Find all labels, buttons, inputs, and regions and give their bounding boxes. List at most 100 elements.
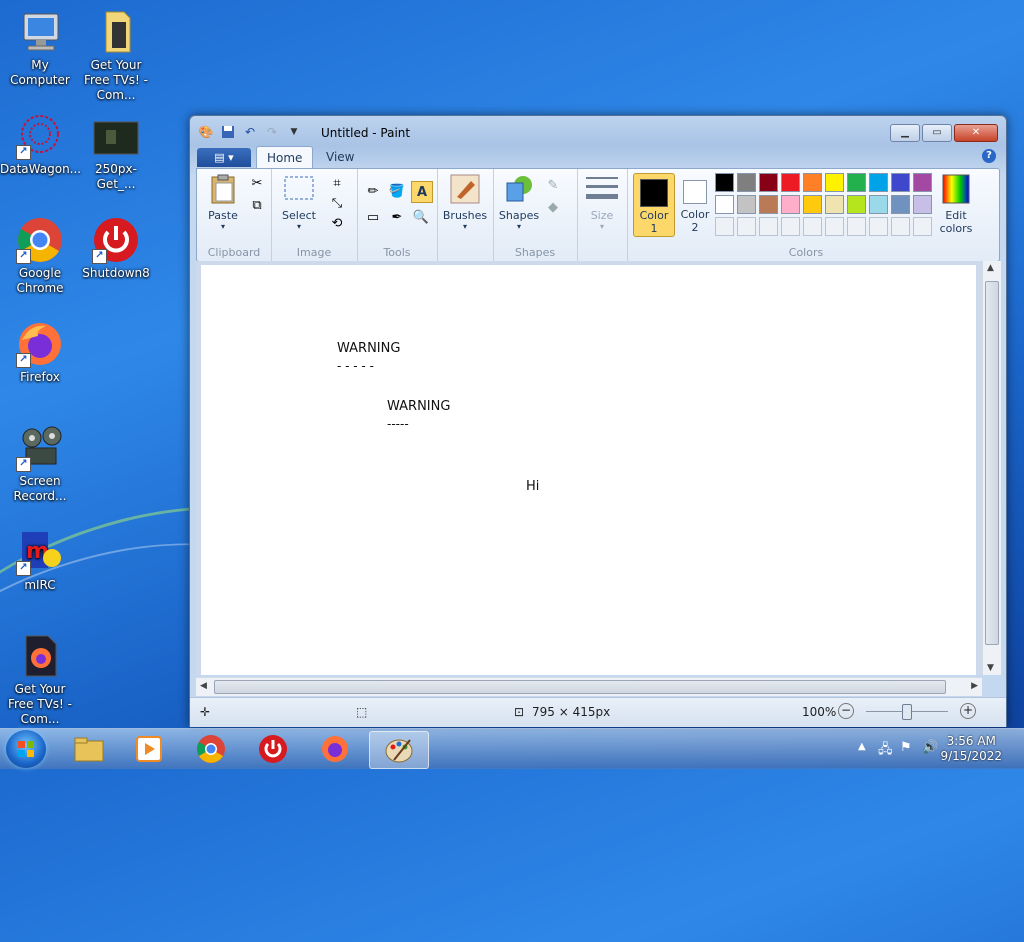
brushes-button[interactable]: Brushes ▾ [441, 173, 489, 231]
select-button[interactable]: Select ▾ [277, 173, 321, 231]
desktop-icon-firefox[interactable]: ↗ Firefox [0, 320, 80, 385]
empty-color-swatch[interactable] [715, 217, 734, 236]
title-bar[interactable]: 🎨 ↶ ↷ ▼ Untitled - Paint ▁ ▭ ✕ [190, 116, 1006, 146]
empty-color-swatch[interactable] [781, 217, 800, 236]
redo-icon[interactable]: ↷ [264, 124, 280, 140]
taskbar-chrome[interactable] [182, 731, 240, 767]
horizontal-scrollbar[interactable]: ◀ ▶ [196, 677, 982, 696]
outline-icon[interactable]: ✎ [543, 175, 563, 195]
color-swatch[interactable] [825, 173, 844, 192]
desktop-icon-my-computer[interactable]: My Computer [0, 8, 80, 88]
start-button[interactable] [6, 730, 46, 768]
taskbar-firefox[interactable] [306, 731, 364, 767]
empty-color-swatch[interactable] [869, 217, 888, 236]
taskbar-paint[interactable] [369, 731, 429, 769]
paint-menu-button[interactable]: ▤ ▾ [197, 148, 251, 167]
color-swatch[interactable] [891, 173, 910, 192]
scroll-down-arrow-icon[interactable]: ▼ [987, 663, 994, 673]
clock[interactable]: 3:56 AM 9/15/2022 [940, 734, 1002, 764]
desktop-icon-label: Get Your Free TVs! - Com... [7, 682, 73, 726]
action-center-icon[interactable]: ⚑ [900, 740, 912, 755]
desktop-icon-screen-record[interactable]: ↗ Screen Record... [0, 424, 80, 504]
color-swatch[interactable] [759, 173, 778, 192]
magnifier-icon[interactable]: 🔍 [411, 207, 431, 227]
empty-color-swatch[interactable] [759, 217, 778, 236]
taskbar-shutdown8[interactable] [244, 731, 302, 767]
volume-icon[interactable]: 🔊 [922, 740, 938, 755]
save-icon[interactable] [220, 124, 236, 140]
horizontal-scroll-thumb[interactable] [214, 680, 946, 694]
color-swatch[interactable] [781, 195, 800, 214]
zoom-out-button[interactable]: − [838, 703, 854, 719]
fill-shape-icon[interactable]: ◆ [543, 197, 563, 217]
desktop-icon-get-free-tvs[interactable]: Get Your Free TVs! - Com... [76, 8, 156, 103]
desktop-icon-get-free-tvs-2[interactable]: Get Your Free TVs! - Com... [0, 632, 80, 727]
color-swatch[interactable] [803, 195, 822, 214]
scroll-left-arrow-icon[interactable]: ◀ [200, 681, 207, 691]
resize-icon[interactable]: ⤡ [327, 193, 347, 213]
color-swatch[interactable] [803, 173, 822, 192]
taskbar-explorer[interactable] [60, 731, 118, 767]
maximize-button[interactable]: ▭ [922, 124, 952, 142]
desktop-icon-datawagon[interactable]: ↗ DataWagon... [0, 112, 81, 177]
undo-icon[interactable]: ↶ [242, 124, 258, 140]
empty-color-swatch[interactable] [891, 217, 910, 236]
empty-color-swatch[interactable] [825, 217, 844, 236]
close-button[interactable]: ✕ [954, 124, 998, 142]
color-swatch[interactable] [781, 173, 800, 192]
zoom-in-button[interactable]: + [960, 703, 976, 719]
rotate-icon[interactable]: ⟲ [327, 213, 347, 233]
color-swatch[interactable] [737, 195, 756, 214]
color-swatch[interactable] [825, 195, 844, 214]
taskbar-media-player[interactable] [120, 731, 178, 767]
desktop-icon-shutdown8[interactable]: ↗ Shutdown8 [76, 216, 156, 281]
edit-colors-button[interactable]: Edit colors [933, 173, 979, 235]
empty-color-swatch[interactable] [913, 217, 932, 236]
zoom-slider-thumb[interactable] [902, 704, 912, 720]
color-swatch[interactable] [913, 195, 932, 214]
network-icon[interactable]: 🖧 [878, 740, 893, 762]
color-swatch[interactable] [869, 173, 888, 192]
vertical-scroll-thumb[interactable] [985, 281, 999, 645]
customize-qat-icon[interactable]: ▼ [286, 124, 302, 140]
shapes-button[interactable]: Shapes ▾ [497, 173, 541, 231]
vertical-scrollbar[interactable]: ▲ ▼ [982, 261, 1001, 675]
color-swatch[interactable] [847, 173, 866, 192]
empty-color-swatch[interactable] [803, 217, 822, 236]
desktop-icon-mirc[interactable]: m ↗ mIRC [0, 528, 80, 593]
color-swatch[interactable] [737, 173, 756, 192]
tab-view[interactable]: View [316, 146, 364, 168]
desktop-icon-google-chrome[interactable]: ↗ Google Chrome [0, 216, 80, 296]
copy-icon[interactable]: ⧉ [247, 195, 267, 215]
scroll-up-arrow-icon[interactable]: ▲ [987, 263, 994, 273]
color-swatch[interactable] [891, 195, 910, 214]
power-icon: ↗ [92, 216, 140, 264]
help-icon[interactable]: ? [982, 149, 996, 163]
crop-icon[interactable]: ⌗ [327, 173, 347, 193]
fill-icon[interactable]: 🪣 [387, 181, 407, 201]
color-swatch[interactable] [913, 173, 932, 192]
eraser-icon[interactable]: ▭ [363, 207, 383, 227]
text-icon[interactable]: A [411, 181, 433, 203]
color2-button[interactable]: Color 2 [675, 173, 715, 235]
color-swatch[interactable] [715, 173, 734, 192]
paint-app-icon[interactable]: 🎨 [198, 124, 214, 140]
cut-icon[interactable]: ✂ [247, 173, 267, 193]
color-swatch[interactable] [715, 195, 734, 214]
desktop-icon-250px[interactable]: 250px-Get_... [76, 112, 156, 192]
color1-button[interactable]: Color 1 [633, 173, 675, 237]
paste-button[interactable]: Paste ▾ [203, 173, 243, 231]
size-button[interactable]: Size ▾ [583, 173, 621, 231]
tab-home[interactable]: Home [256, 146, 314, 169]
color-swatch[interactable] [847, 195, 866, 214]
drawing-canvas[interactable]: WARNING - - - - - WARNING ----- Hi [201, 265, 976, 675]
minimize-button[interactable]: ▁ [890, 124, 920, 142]
color-picker-icon[interactable]: ✒ [387, 207, 407, 227]
color-swatch[interactable] [759, 195, 778, 214]
show-hidden-icons-icon[interactable]: ▲ [858, 741, 866, 752]
empty-color-swatch[interactable] [847, 217, 866, 236]
pencil-icon[interactable]: ✏ [363, 181, 383, 201]
empty-color-swatch[interactable] [737, 217, 756, 236]
color-swatch[interactable] [869, 195, 888, 214]
scroll-right-arrow-icon[interactable]: ▶ [971, 681, 978, 691]
